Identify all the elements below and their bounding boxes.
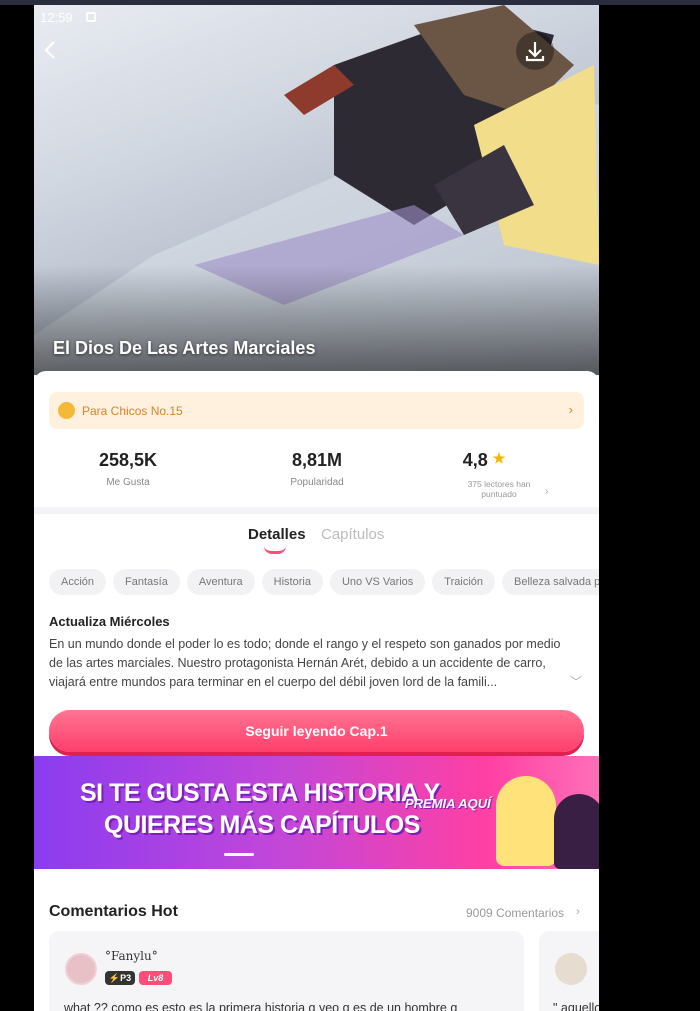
likes-value: 258,5K xyxy=(98,450,158,470)
cover-image: 12:59 El Dios De Las Artes Marciales xyxy=(34,5,599,375)
popularity-label: Popularidad xyxy=(290,477,344,488)
ranking-label: Para Chicos No.15 xyxy=(82,404,183,418)
carousel-indicator xyxy=(224,853,254,856)
comment-username: °Fanylu° xyxy=(105,949,158,963)
comic-title: El Dios De Las Artes Marciales xyxy=(53,338,316,358)
notification-icon xyxy=(86,12,96,22)
stat-likes: 258,5K Me Gusta xyxy=(53,450,203,488)
stat-rating[interactable]: 4,8 ★ xyxy=(424,450,544,471)
tab-chapters[interactable]: Capítulos xyxy=(321,526,384,543)
likes-label: Me Gusta xyxy=(106,477,150,488)
rating-count[interactable]: 375 lectores han puntuado xyxy=(464,479,534,499)
tag[interactable]: Belleza salvada p xyxy=(502,569,599,595)
comments-count[interactable]: 9009 Comentarios xyxy=(466,906,564,920)
chevron-right-icon: › xyxy=(568,402,573,417)
level-badge: Lv8 xyxy=(139,971,172,985)
genre-tags: Acción Fantasía Aventura Historia Uno VS Var… xyxy=(49,569,599,595)
avatar xyxy=(65,953,97,985)
medal-icon xyxy=(58,402,75,419)
popularity-value: 8,81M xyxy=(291,450,343,470)
rating-value: 4,8 xyxy=(462,450,488,470)
tag[interactable]: Historia xyxy=(261,569,323,595)
banner-line-2: QUIERES MÁS CAPÍTULOS xyxy=(104,811,420,839)
ranking-banner[interactable]: Para Chicos No.15 › xyxy=(49,392,584,429)
character-illustration xyxy=(554,794,599,869)
promo-banner[interactable]: SI TE GUSTA ESTA HISTORIA Y QUIERES MÁS … xyxy=(34,756,599,869)
comment-text: " aquello xyxy=(553,1001,599,1011)
tab-indicator xyxy=(264,546,286,554)
banner-line-1: SI TE GUSTA ESTA HISTORIA Y xyxy=(80,779,440,807)
detail-card: Para Chicos No.15 › 258,5K Me Gusta 8,81… xyxy=(34,371,599,1011)
tag[interactable]: Traición xyxy=(432,569,496,595)
stat-popularity: 8,81M Popularidad xyxy=(242,450,392,488)
back-arrow-icon[interactable] xyxy=(40,39,62,61)
character-illustration xyxy=(496,776,556,866)
comment-card[interactable]: " aquello xyxy=(539,931,599,1011)
app-screen: 12:59 El Dios De Las Artes Marciales Par… xyxy=(34,5,599,1011)
synopsis: En un mundo donde el poder lo es todo; d… xyxy=(49,637,561,689)
chevron-right-icon: › xyxy=(576,904,580,918)
status-time: 12:59 xyxy=(40,10,73,25)
update-schedule: Actualiza Miércoles xyxy=(49,614,170,629)
comment-text: what ?? como es esto es la primera histo… xyxy=(64,1001,458,1011)
expand-chevron-icon[interactable]: ﹀ xyxy=(570,673,582,690)
comment-card[interactable]: °Fanylu° ⚡P3 Lv8 what ?? como es esto es… xyxy=(49,931,524,1011)
tag[interactable]: Acción xyxy=(49,569,107,595)
user-badge: ⚡P3 xyxy=(105,971,135,985)
tag[interactable]: Uno VS Varios xyxy=(329,569,426,595)
continue-reading-button[interactable]: Seguir leyendo Cap.1 xyxy=(49,710,584,752)
download-icon[interactable] xyxy=(516,32,554,70)
hot-comments-title: Comentarios Hot xyxy=(49,903,178,920)
banner-premia: PREMIA AQUÍ xyxy=(405,796,491,811)
tag[interactable]: Aventura xyxy=(186,569,255,595)
avatar xyxy=(555,953,587,985)
tab-details[interactable]: Detalles xyxy=(248,526,306,543)
chevron-right-icon: › xyxy=(545,486,549,497)
tag[interactable]: Fantasía xyxy=(113,569,180,595)
star-icon: ★ xyxy=(492,450,506,466)
